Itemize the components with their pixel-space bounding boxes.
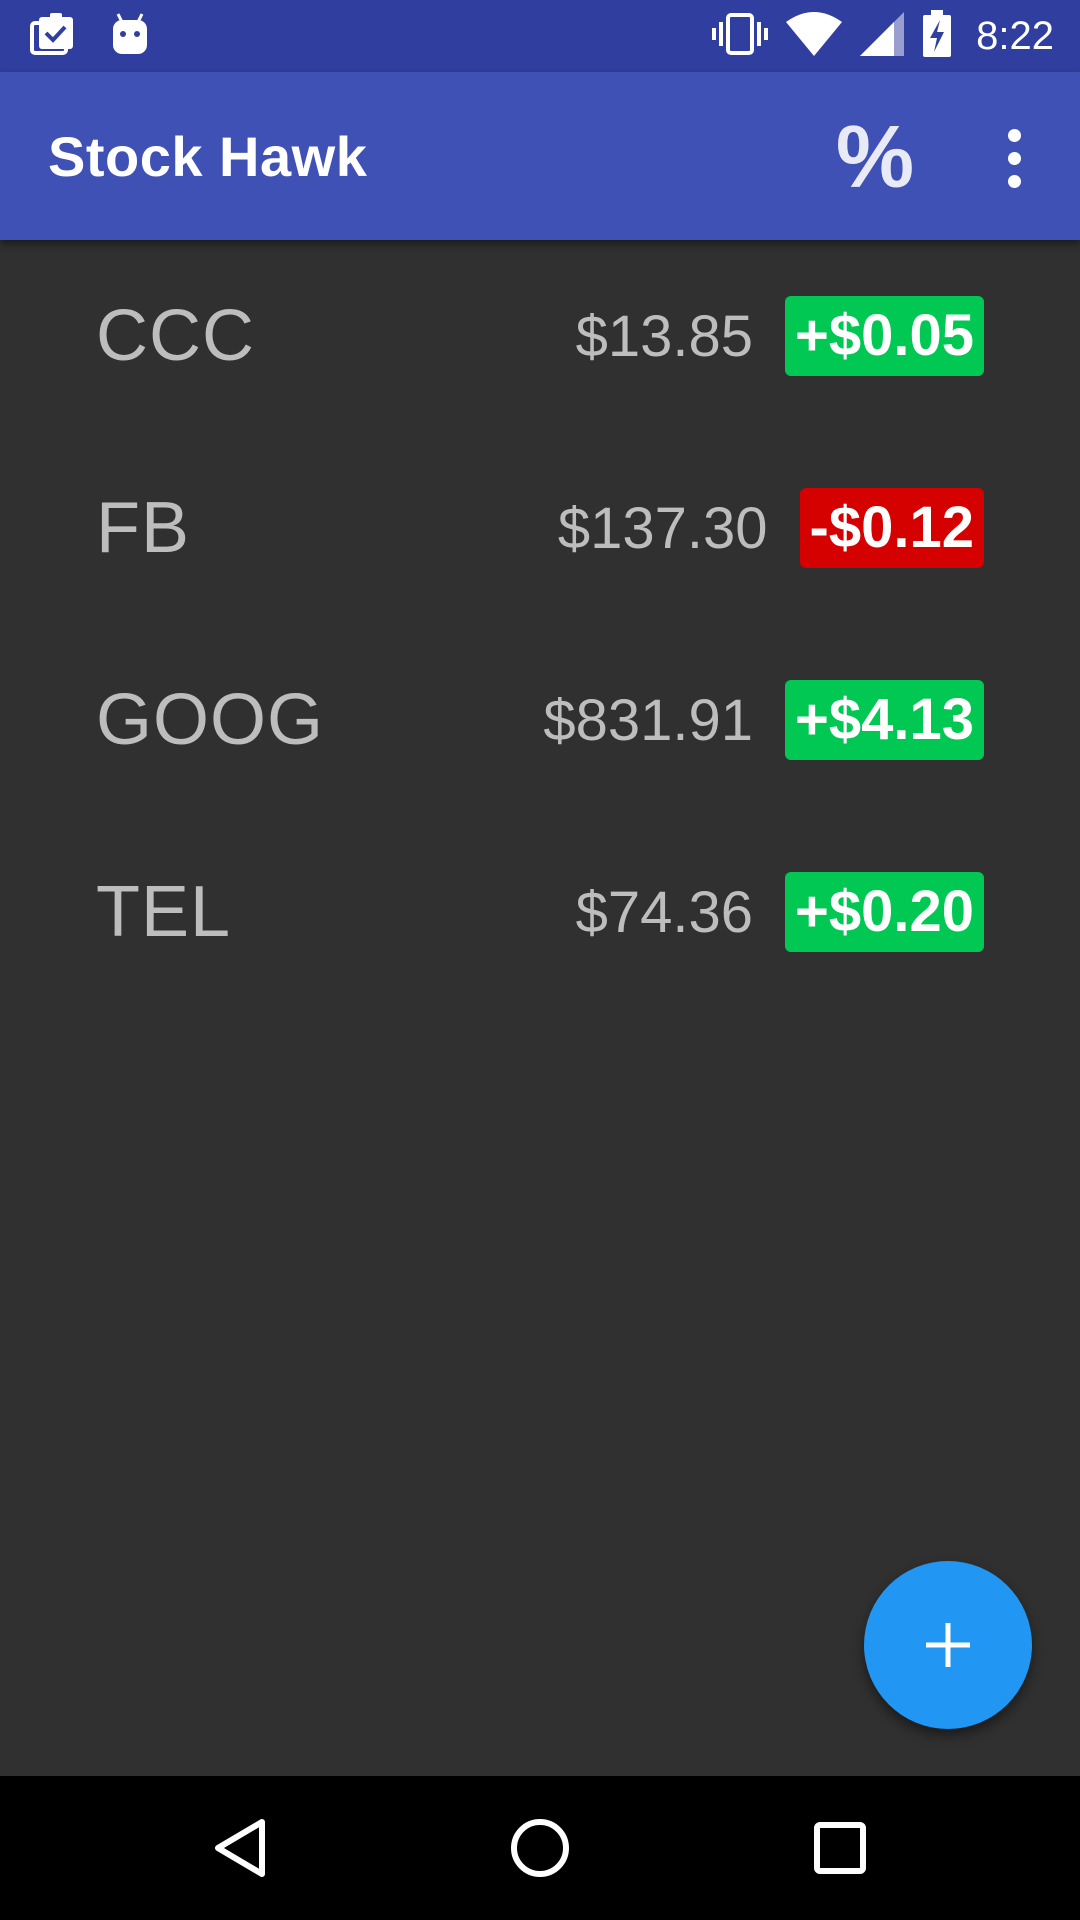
stock-symbol: FB <box>96 488 191 568</box>
stock-change-badge[interactable]: -$0.12 <box>799 488 984 568</box>
stock-symbol: CCC <box>96 296 255 376</box>
stock-price: $13.85 <box>575 303 753 369</box>
vibrate-icon <box>712 12 769 61</box>
overflow-dot <box>1007 174 1021 188</box>
navigation-bar <box>0 1776 1080 1920</box>
signal-icon <box>860 11 905 61</box>
status-time: 8:22 <box>976 13 1054 58</box>
android-icon <box>110 12 150 61</box>
stock-list: CCC $13.85 +$0.05 FB $137.30 -$0.12 GOOG… <box>0 240 1080 1008</box>
add-stock-button[interactable] <box>864 1561 1032 1729</box>
back-icon <box>215 1819 265 1877</box>
clipboard-check-icon <box>30 11 76 62</box>
stock-symbol: TEL <box>96 872 232 952</box>
wifi-icon <box>786 11 843 61</box>
app-title: Stock Hawk <box>48 124 368 188</box>
battery-charging-icon <box>922 9 952 63</box>
stock-symbol: GOOG <box>96 680 325 760</box>
stock-row-fb[interactable]: FB $137.30 -$0.12 <box>0 432 1080 624</box>
status-bar: 8:22 <box>0 0 1080 72</box>
home-button[interactable] <box>500 1808 580 1888</box>
app-bar: Stock Hawk % <box>0 72 1080 240</box>
stock-price: $831.91 <box>543 687 753 753</box>
stock-change-badge[interactable]: +$4.13 <box>784 680 984 760</box>
overflow-dot <box>1007 151 1021 165</box>
recents-button[interactable] <box>800 1808 880 1888</box>
stock-row-tel[interactable]: TEL $74.36 +$0.20 <box>0 816 1080 1008</box>
home-icon <box>511 1819 569 1877</box>
plus-icon <box>926 1623 970 1667</box>
screen: 8:22 Stock Hawk % CCC $13.85 +$0.05 FB $… <box>0 0 1080 1920</box>
overflow-dot <box>1007 128 1021 142</box>
stock-change-badge[interactable]: +$0.20 <box>784 872 984 952</box>
toggle-percent-button[interactable]: % <box>834 112 916 202</box>
stock-row-ccc[interactable]: CCC $13.85 +$0.05 <box>0 240 1080 432</box>
stock-price: $137.30 <box>557 495 768 561</box>
stock-row-goog[interactable]: GOOG $831.91 +$4.13 <box>0 624 1080 816</box>
stock-price: $74.36 <box>575 879 753 945</box>
back-button[interactable] <box>200 1808 280 1888</box>
stock-change-badge[interactable]: +$0.05 <box>784 296 984 376</box>
overflow-menu-icon[interactable] <box>990 118 1038 198</box>
recents-icon <box>814 1822 866 1874</box>
